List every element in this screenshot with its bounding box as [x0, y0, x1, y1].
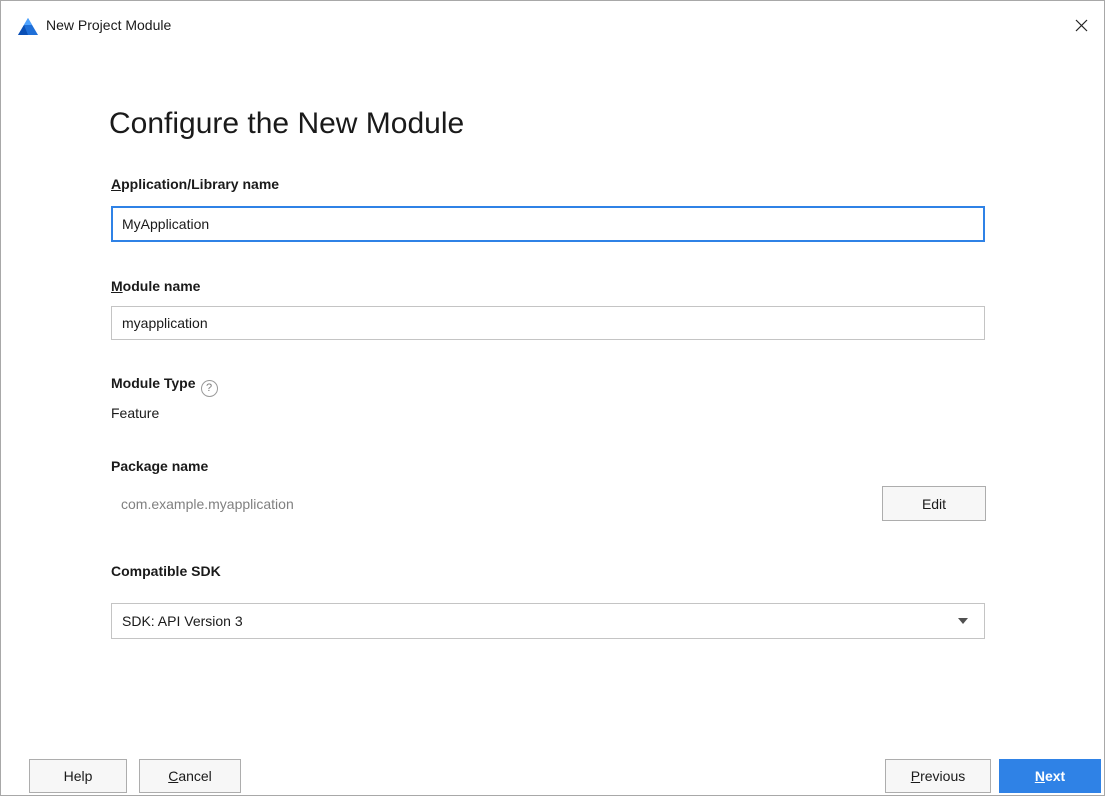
cancel-button[interactable]: Cancel: [139, 759, 241, 793]
close-button[interactable]: [1058, 1, 1104, 49]
sdk-select-value: SDK: API Version 3: [122, 613, 243, 629]
module-type-label-text: Module Type: [111, 375, 196, 391]
next-button[interactable]: Next: [999, 759, 1101, 793]
compatible-sdk-label: Compatible SDK: [111, 563, 221, 579]
devstudio-logo-icon: [18, 18, 38, 35]
page-heading: Configure the New Module: [109, 107, 465, 140]
module-name-label-mnemonic: M: [111, 278, 123, 294]
help-circle-icon[interactable]: ?: [200, 379, 218, 397]
module-type-label: Module Type?: [111, 375, 218, 397]
cancel-label: ancel: [178, 768, 212, 784]
previous-mnemonic: P: [910, 768, 921, 784]
module-name-label-text: odule name: [122, 278, 201, 294]
chevron-down-icon: [958, 618, 968, 624]
cancel-mnemonic: C: [168, 768, 179, 784]
next-mnemonic: N: [1034, 768, 1045, 784]
package-name-label: Package name: [111, 458, 209, 474]
previous-label: revious: [920, 768, 966, 784]
app-name-label-text: pplication/Library name: [121, 176, 280, 192]
dialog-window: New Project Module Configure the New Mod…: [0, 0, 1105, 796]
window-title: New Project Module: [46, 17, 172, 33]
sdk-select[interactable]: SDK: API Version 3: [111, 603, 985, 639]
edit-package-button[interactable]: Edit: [882, 486, 986, 521]
module-name-input[interactable]: [111, 306, 985, 340]
module-name-label: Module name: [111, 278, 200, 294]
package-name-value: com.example.myapplication: [121, 496, 294, 512]
app-name-label-mnemonic: A: [111, 176, 122, 192]
app-name-label: Application/Library name: [111, 176, 279, 192]
app-name-input[interactable]: [111, 206, 985, 242]
title-bar: New Project Module: [1, 1, 1104, 51]
help-button[interactable]: Help: [29, 759, 127, 793]
previous-button[interactable]: Previous: [885, 759, 991, 793]
close-icon: [1075, 19, 1087, 31]
next-label: ext: [1044, 768, 1066, 784]
module-type-value: Feature: [111, 405, 160, 421]
